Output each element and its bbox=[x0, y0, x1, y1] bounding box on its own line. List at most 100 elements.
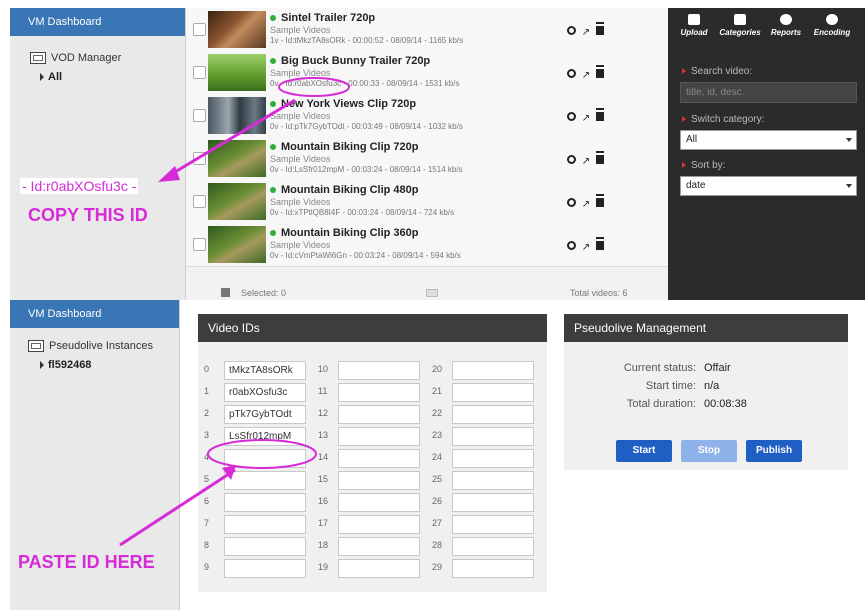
link-icon[interactable]: ↗ bbox=[580, 28, 592, 38]
start-button[interactable]: Start bbox=[616, 440, 672, 462]
video-id-input[interactable] bbox=[338, 383, 420, 402]
video-thumbnail[interactable] bbox=[208, 11, 266, 48]
video-thumbnail[interactable] bbox=[208, 183, 266, 220]
link-icon[interactable]: ↗ bbox=[580, 243, 592, 253]
link-icon[interactable]: ↗ bbox=[580, 114, 592, 124]
video-id-input[interactable]: r0abXOsfu3c bbox=[224, 383, 306, 402]
video-id-input[interactable] bbox=[452, 427, 534, 446]
link-icon[interactable]: ↗ bbox=[580, 200, 592, 210]
video-thumbnail[interactable] bbox=[208, 54, 266, 91]
sidebar-item-instance[interactable]: fl592468 bbox=[40, 359, 91, 371]
row-checkbox[interactable] bbox=[193, 23, 206, 36]
upload-button[interactable]: Upload bbox=[672, 14, 716, 37]
gear-icon[interactable] bbox=[567, 198, 576, 207]
slot-number: 28 bbox=[432, 540, 443, 550]
search-input[interactable]: title, id, desc. bbox=[680, 82, 857, 103]
trash-icon[interactable] bbox=[221, 288, 230, 297]
gear-icon[interactable] bbox=[567, 155, 576, 164]
video-id-input[interactable] bbox=[452, 361, 534, 380]
video-id-input[interactable] bbox=[452, 537, 534, 556]
video-id-input[interactable] bbox=[452, 383, 534, 402]
video-thumbnail[interactable] bbox=[208, 97, 266, 134]
page-indicator[interactable] bbox=[426, 289, 438, 297]
slot-number: 1 bbox=[204, 386, 210, 396]
table-row[interactable]: Sintel Trailer 720p Sample Videos 1v - Id:… bbox=[186, 8, 668, 52]
video-id-input[interactable] bbox=[452, 405, 534, 424]
video-id-input[interactable] bbox=[452, 449, 534, 468]
row-checkbox[interactable] bbox=[193, 152, 206, 165]
video-id-input[interactable] bbox=[224, 471, 306, 490]
stop-button[interactable]: Stop bbox=[681, 440, 737, 462]
video-id-input[interactable] bbox=[452, 471, 534, 490]
row-checkbox[interactable] bbox=[193, 66, 206, 79]
gear-icon[interactable] bbox=[567, 241, 576, 250]
sidebar-item-vod-manager[interactable]: VOD Manager bbox=[30, 52, 121, 65]
sidebar-item-all[interactable]: All bbox=[40, 71, 62, 83]
video-id-input[interactable] bbox=[338, 493, 420, 512]
sidebar-item-pseudolive-instances[interactable]: Pseudolive Instances bbox=[28, 340, 153, 353]
gear-icon[interactable] bbox=[567, 26, 576, 35]
video-thumbnail[interactable] bbox=[208, 140, 266, 177]
paste-id-here-label: PASTE ID HERE bbox=[18, 552, 155, 572]
video-title-text: Big Buck Bunny Trailer 720p bbox=[281, 55, 431, 67]
video-id-input[interactable] bbox=[224, 515, 306, 534]
row-checkbox[interactable] bbox=[193, 109, 206, 122]
video-id-input[interactable] bbox=[452, 493, 534, 512]
video-id-input[interactable] bbox=[338, 471, 420, 490]
slot-number: 13 bbox=[318, 430, 329, 440]
video-title-text: Mountain Biking Clip 360p bbox=[281, 227, 419, 239]
trash-icon[interactable] bbox=[596, 196, 604, 207]
category-select[interactable]: All bbox=[680, 130, 857, 150]
start-time-value: n/a bbox=[704, 380, 720, 392]
gear-icon[interactable] bbox=[567, 112, 576, 121]
table-row[interactable]: Mountain Biking Clip 360p Sample Videos 0v… bbox=[186, 223, 668, 267]
slot-number: 5 bbox=[204, 474, 210, 484]
trash-icon[interactable] bbox=[596, 153, 604, 164]
video-id-input[interactable] bbox=[452, 515, 534, 534]
video-id-input[interactable] bbox=[224, 449, 306, 468]
video-id-input[interactable]: tMkzTA8sORk bbox=[224, 361, 306, 380]
table-row[interactable]: Big Buck Bunny Trailer 720p Sample Videos… bbox=[186, 51, 668, 95]
copy-id-callout: - Id:r0abXOsfu3c - bbox=[20, 178, 139, 194]
link-icon[interactable]: ↗ bbox=[580, 71, 592, 81]
slot-number: 8 bbox=[204, 540, 210, 550]
sort-value: date bbox=[686, 180, 706, 191]
cloud-upload-icon bbox=[688, 14, 700, 25]
reports-button[interactable]: Reports bbox=[764, 14, 808, 37]
video-id-input[interactable] bbox=[338, 449, 420, 468]
video-category: Sample Videos bbox=[270, 154, 331, 164]
video-id-input[interactable] bbox=[338, 361, 420, 380]
duration-value: 00:08:38 bbox=[704, 398, 747, 410]
dashboard-title: VM Dashboard bbox=[10, 8, 185, 36]
video-thumbnail[interactable] bbox=[208, 226, 266, 263]
gear-icon[interactable] bbox=[567, 69, 576, 78]
video-id-input[interactable] bbox=[224, 559, 306, 578]
row-checkbox[interactable] bbox=[193, 195, 206, 208]
video-title: Big Buck Bunny Trailer 720p bbox=[270, 55, 430, 67]
video-id-input[interactable] bbox=[338, 515, 420, 534]
table-row[interactable]: Mountain Biking Clip 480p Sample Videos 0v… bbox=[186, 180, 668, 224]
publish-button[interactable]: Publish bbox=[746, 440, 802, 462]
table-row[interactable]: New York Views Clip 720p Sample Videos 0v … bbox=[186, 94, 668, 138]
encoding-button[interactable]: Encoding bbox=[810, 14, 854, 37]
trash-icon[interactable] bbox=[596, 24, 604, 35]
sort-select[interactable]: date bbox=[680, 176, 857, 196]
row-checkbox[interactable] bbox=[193, 238, 206, 251]
slot-number: 22 bbox=[432, 408, 443, 418]
status-dot-icon bbox=[270, 15, 276, 22]
video-id-input[interactable] bbox=[224, 537, 306, 556]
video-id-input[interactable] bbox=[338, 405, 420, 424]
trash-icon[interactable] bbox=[596, 110, 604, 121]
video-id-input[interactable] bbox=[224, 493, 306, 512]
video-id-input[interactable] bbox=[338, 537, 420, 556]
trash-icon[interactable] bbox=[596, 239, 604, 250]
video-id-input[interactable]: LsSfr012mpM bbox=[224, 427, 306, 446]
table-row[interactable]: Mountain Biking Clip 720p Sample Videos 0v… bbox=[186, 137, 668, 181]
trash-icon[interactable] bbox=[596, 67, 604, 78]
video-id-input[interactable]: pTk7GybTOdt bbox=[224, 405, 306, 424]
video-id-input[interactable] bbox=[338, 427, 420, 446]
link-icon[interactable]: ↗ bbox=[580, 157, 592, 167]
categories-button[interactable]: Categories bbox=[718, 14, 762, 37]
video-id-input[interactable] bbox=[338, 559, 420, 578]
video-id-input[interactable] bbox=[452, 559, 534, 578]
